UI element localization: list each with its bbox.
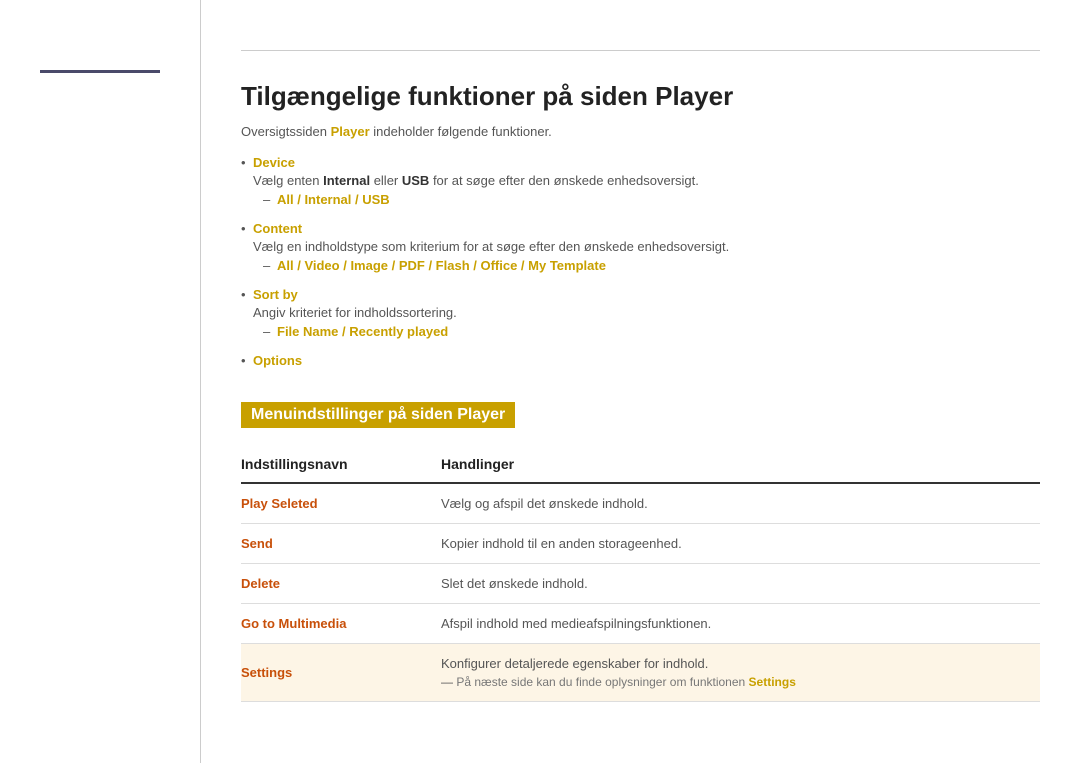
table-row: Send Kopier indhold til en anden storage… bbox=[241, 524, 1040, 564]
page-container: Tilgængelige funktioner på siden Player … bbox=[0, 0, 1080, 763]
settings-table: Indstillingsnavn Handlinger Play Seleted… bbox=[241, 448, 1040, 702]
sidebar-decoration-line bbox=[40, 70, 160, 73]
device-desc: Vælg enten Internal eller USB for at søg… bbox=[253, 173, 1040, 188]
list-item-device: Device Vælg enten Internal eller USB for… bbox=[241, 155, 1040, 207]
device-sub-item: All / Internal / USB bbox=[263, 192, 1040, 207]
setting-name-settings: Settings bbox=[241, 644, 441, 702]
col-header-actions: Handlinger bbox=[441, 448, 1040, 483]
intro-highlight: Player bbox=[331, 124, 370, 139]
content-sub-list: All / Video / Image / PDF / Flash / Offi… bbox=[253, 258, 1040, 273]
setting-name-goto: Go to Multimedia bbox=[241, 604, 441, 644]
settings-note: ― På næste side kan du finde oplysninger… bbox=[441, 675, 1040, 689]
intro-paragraph: Oversigtssiden Player indeholder følgend… bbox=[241, 124, 1040, 139]
setting-desc-delete: Slet det ønskede indhold. bbox=[441, 564, 1040, 604]
list-item-options: Options bbox=[241, 353, 1040, 368]
table-header-row: Indstillingsnavn Handlinger bbox=[241, 448, 1040, 483]
top-divider-line bbox=[241, 50, 1040, 51]
setting-name-play: Play Seleted bbox=[241, 483, 441, 524]
settings-note-highlight: Settings bbox=[749, 675, 796, 689]
setting-name-delete: Delete bbox=[241, 564, 441, 604]
table-row: Delete Slet det ønskede indhold. bbox=[241, 564, 1040, 604]
sort-by-sub-item: File Name / Recently played bbox=[263, 324, 1040, 339]
device-sub-list: All / Internal / USB bbox=[253, 192, 1040, 207]
setting-desc-send: Kopier indhold til en anden storageenhed… bbox=[441, 524, 1040, 564]
table-row: Play Seleted Vælg og afspil det ønskede … bbox=[241, 483, 1040, 524]
table-row: Settings Konfigurer detaljerede egenskab… bbox=[241, 644, 1040, 702]
setting-desc-play: Vælg og afspil det ønskede indhold. bbox=[441, 483, 1040, 524]
col-header-name: Indstillingsnavn bbox=[241, 448, 441, 483]
main-content: Tilgængelige funktioner på siden Player … bbox=[200, 0, 1080, 763]
list-item-content: Content Vælg en indholdstype som kriteri… bbox=[241, 221, 1040, 273]
setting-desc-settings: Konfigurer detaljerede egenskaber for in… bbox=[441, 644, 1040, 702]
section-heading: Menuindstillinger på siden Player bbox=[241, 402, 515, 428]
sort-by-label: Sort by bbox=[253, 287, 1040, 302]
setting-desc-goto: Afspil indhold med medieafspilningsfunkt… bbox=[441, 604, 1040, 644]
intro-pre-text: Oversigtssiden bbox=[241, 124, 327, 139]
content-sub-item: All / Video / Image / PDF / Flash / Offi… bbox=[263, 258, 1040, 273]
intro-post-text: indeholder følgende funktioner. bbox=[373, 124, 552, 139]
sort-by-sub-list: File Name / Recently played bbox=[253, 324, 1040, 339]
setting-name-send: Send bbox=[241, 524, 441, 564]
options-label: Options bbox=[253, 353, 1040, 368]
content-label: Content bbox=[253, 221, 1040, 236]
list-item-sort-by: Sort by Angiv kriteriet for indholdssort… bbox=[241, 287, 1040, 339]
page-title: Tilgængelige funktioner på siden Player bbox=[241, 81, 1040, 112]
sort-by-desc: Angiv kriteriet for indholdssortering. bbox=[253, 305, 1040, 320]
table-row: Go to Multimedia Afspil indhold med medi… bbox=[241, 604, 1040, 644]
device-label: Device bbox=[253, 155, 1040, 170]
content-desc: Vælg en indholdstype som kriterium for a… bbox=[253, 239, 1040, 254]
left-sidebar bbox=[0, 0, 200, 763]
features-list: Device Vælg enten Internal eller USB for… bbox=[241, 155, 1040, 368]
